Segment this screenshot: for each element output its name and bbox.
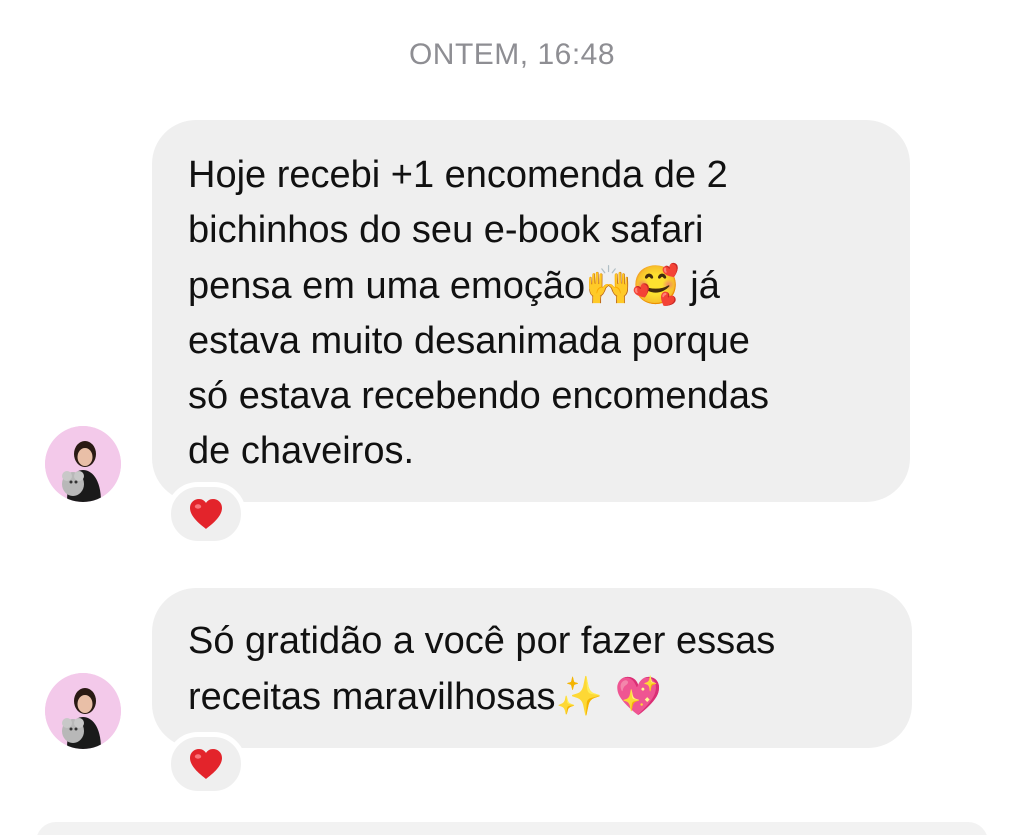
message-composer[interactable] — [36, 822, 988, 835]
sender-avatar[interactable] — [45, 426, 121, 502]
message-line: de chaveiros. — [188, 430, 415, 472]
message-text: pensa em uma emoção — [188, 265, 586, 307]
raised-hands-smiling-hearts-emoji-icon: 🙌🥰 — [585, 263, 680, 307]
avatar-portrait-icon — [45, 426, 121, 502]
message-line: Só gratidão a você por fazer essas — [188, 620, 776, 662]
message-text: receitas maravilhosas — [188, 676, 556, 718]
message-reaction[interactable] — [166, 482, 246, 546]
avatar-portrait-icon — [45, 673, 121, 749]
message-line: Hoje recebi +1 encomenda de 2 — [188, 154, 728, 196]
message-text: já — [679, 265, 720, 307]
message-line: bichinhos do seu e-book safari — [188, 209, 704, 251]
message-timestamp: ONTEM, 16:48 — [408, 38, 616, 71]
message-reaction[interactable] — [166, 732, 246, 796]
message-line: só estava recebendo encomendas — [188, 375, 769, 417]
message-line: receitas maravilhosas✨ 💖 — [188, 669, 876, 725]
heart-icon — [188, 748, 224, 780]
message-line: pensa em uma emoção🙌🥰 já — [188, 258, 874, 314]
chat-thread: ONTEM, 16:48 Hoje recebi +1 encomenda de… — [0, 0, 1024, 835]
message-bubble[interactable]: Só gratidão a você por fazer essas recei… — [152, 588, 912, 748]
sparkles-heart-emoji-icon: ✨ 💖 — [555, 674, 663, 718]
sender-avatar[interactable] — [45, 673, 121, 749]
message-bubble[interactable]: Hoje recebi +1 encomenda de 2 bichinhos … — [152, 120, 910, 502]
message-line: estava muito desanimada porque — [188, 320, 750, 362]
heart-icon — [188, 498, 224, 530]
